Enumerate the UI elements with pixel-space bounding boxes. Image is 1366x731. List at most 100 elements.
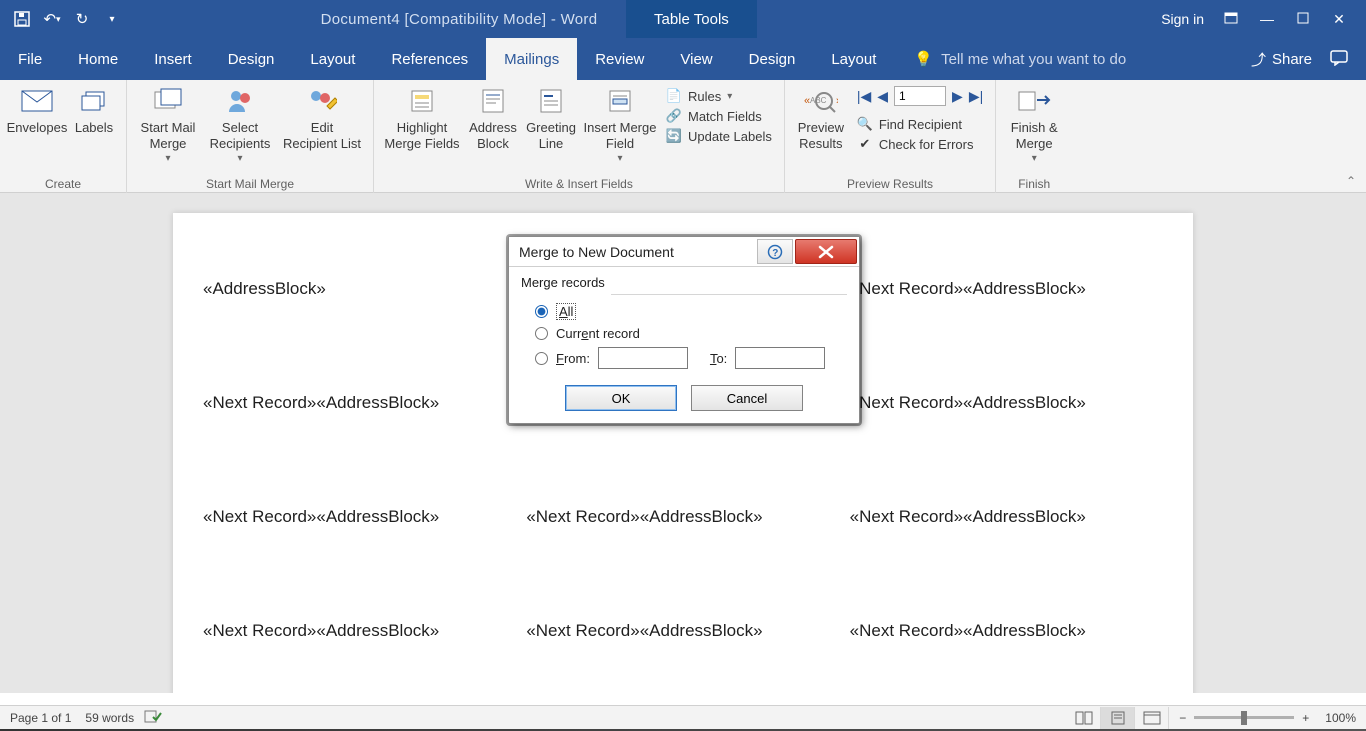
label-cell[interactable]: «Next Record»«AddressBlock»: [850, 507, 1163, 527]
tab-insert[interactable]: Insert: [136, 38, 210, 80]
ribbon-options-icon[interactable]: [1222, 11, 1240, 27]
page-status[interactable]: Page 1 of 1: [10, 711, 71, 725]
read-mode-icon[interactable]: [1067, 707, 1101, 729]
label-cell[interactable]: «Next Record»«AddressBlock»: [526, 621, 839, 641]
rules-button[interactable]: 📄Rules▾: [666, 88, 772, 104]
greeting-line-button[interactable]: Greeting Line: [522, 84, 580, 153]
start-mail-merge-label: Start Mail Merge: [141, 120, 196, 153]
label-cell[interactable]: «Next Record»«AddressBlock»: [850, 279, 1163, 299]
redo-icon[interactable]: ↻: [72, 9, 92, 29]
highlight-merge-fields-button[interactable]: Highlight Merge Fields: [380, 84, 464, 153]
label-cell[interactable]: «AddressBlock»: [203, 279, 516, 299]
qat-customize-icon[interactable]: ▾: [102, 9, 122, 29]
zoom-out-icon[interactable]: −: [1179, 711, 1186, 725]
zoom-thumb[interactable]: [1241, 711, 1247, 725]
merge-records-group-label: Merge records: [521, 275, 847, 290]
group-write-label: Write & Insert Fields: [374, 177, 784, 193]
group-write-insert: Highlight Merge Fields Address Block Gre…: [374, 80, 785, 193]
labels-icon: [77, 86, 111, 116]
labels-button[interactable]: Labels: [68, 84, 120, 136]
label-cell[interactable]: «Next Record»«AddressBlock»: [203, 507, 516, 527]
table-tools-label: Table Tools: [626, 0, 757, 38]
first-record-icon[interactable]: |◀: [857, 88, 871, 105]
group-preview-results: «ABC» Preview Results |◀ ◀ ▶ ▶| 🔍Find Re…: [785, 80, 996, 193]
dialog-help-button[interactable]: ?: [757, 239, 793, 264]
web-layout-icon[interactable]: [1135, 707, 1169, 729]
zoom-in-icon[interactable]: +: [1302, 711, 1309, 725]
dialog-titlebar[interactable]: Merge to New Document ?: [509, 237, 859, 267]
option-all[interactable]: All: [535, 303, 847, 320]
tab-mailings[interactable]: Mailings: [486, 38, 577, 80]
select-recipients-button[interactable]: Select Recipients ▾: [203, 84, 277, 164]
group-finish: Finish & Merge ▾ Finish: [996, 80, 1072, 193]
group-start-label: Start Mail Merge: [127, 177, 373, 193]
chevron-down-icon: ▾: [1032, 153, 1037, 164]
tab-table-design[interactable]: Design: [731, 38, 814, 80]
dialog-close-button[interactable]: [795, 239, 857, 264]
share-button[interactable]: ⤴Share: [1251, 49, 1312, 70]
finish-merge-button[interactable]: Finish & Merge ▾: [1002, 84, 1066, 164]
find-recipient-button[interactable]: 🔍Find Recipient: [857, 116, 983, 132]
zoom-slider[interactable]: [1194, 716, 1294, 719]
svg-text:?: ?: [772, 248, 778, 259]
label-cell[interactable]: «Next Record»«AddressBlock»: [850, 621, 1163, 641]
tab-home[interactable]: Home: [60, 38, 136, 80]
ok-button[interactable]: OK: [565, 385, 677, 411]
check-errors-button[interactable]: ✔Check for Errors: [857, 136, 983, 152]
radio-from[interactable]: [535, 352, 548, 365]
prev-record-icon[interactable]: ◀: [877, 88, 888, 105]
last-record-icon[interactable]: ▶|: [969, 88, 983, 105]
preview-results-button[interactable]: «ABC» Preview Results: [791, 84, 851, 153]
title-right: Sign in — ✕: [1161, 11, 1366, 28]
insert-merge-field-button[interactable]: Insert Merge Field ▾: [580, 84, 660, 164]
maximize-icon[interactable]: [1294, 11, 1312, 27]
match-fields-icon: 🔗: [666, 108, 682, 124]
check-errors-icon: ✔: [857, 136, 873, 152]
record-number-input[interactable]: [894, 86, 946, 106]
edit-recipient-list-button[interactable]: Edit Recipient List: [277, 84, 367, 153]
envelopes-button[interactable]: Envelopes: [6, 84, 68, 136]
save-icon[interactable]: [12, 9, 32, 29]
label-cell[interactable]: «Next Record»«AddressBlock»: [203, 393, 516, 413]
tab-view[interactable]: View: [662, 38, 730, 80]
sign-in-link[interactable]: Sign in: [1161, 11, 1204, 27]
option-current[interactable]: Current record: [535, 326, 847, 341]
undo-icon[interactable]: ↶▾: [42, 9, 62, 29]
comments-icon[interactable]: [1330, 50, 1348, 69]
next-record-icon[interactable]: ▶: [952, 88, 963, 105]
group-create: Envelopes Labels Create: [0, 80, 127, 193]
start-mail-merge-button[interactable]: Start Mail Merge ▾: [133, 84, 203, 164]
update-labels-button[interactable]: 🔄Update Labels: [666, 128, 772, 144]
label-cell[interactable]: «Next Record»«AddressBlock»: [526, 507, 839, 527]
spellcheck-icon[interactable]: [144, 708, 162, 727]
address-block-button[interactable]: Address Block: [464, 84, 522, 153]
zoom-percent[interactable]: 100%: [1325, 711, 1356, 725]
tab-references[interactable]: References: [373, 38, 486, 80]
label-cell[interactable]: «Next Record»«AddressBlock»: [203, 621, 516, 641]
option-from[interactable]: From: To:: [535, 347, 847, 369]
tab-file[interactable]: File: [0, 38, 60, 80]
print-layout-icon[interactable]: [1101, 707, 1135, 729]
word-count[interactable]: 59 words: [85, 711, 134, 725]
merge-dialog: Merge to New Document ? Merge records Al…: [508, 236, 860, 424]
radio-all[interactable]: [535, 305, 548, 318]
address-block-label: Address Block: [469, 120, 517, 153]
tab-layout[interactable]: Layout: [292, 38, 373, 80]
preview-results-icon: «ABC»: [804, 86, 838, 116]
to-input[interactable]: [735, 347, 825, 369]
preview-nav-stack: |◀ ◀ ▶ ▶| 🔍Find Recipient ✔Check for Err…: [851, 84, 989, 156]
tab-table-layout[interactable]: Layout: [813, 38, 894, 80]
tab-review[interactable]: Review: [577, 38, 662, 80]
minimize-icon[interactable]: —: [1258, 11, 1276, 27]
cancel-button[interactable]: Cancel: [691, 385, 803, 411]
tell-me-search[interactable]: 💡Tell me what you want to do: [914, 38, 1126, 80]
match-fields-button[interactable]: 🔗Match Fields: [666, 108, 772, 124]
radio-current[interactable]: [535, 327, 548, 340]
label-cell[interactable]: «Next Record»«AddressBlock»: [850, 393, 1163, 413]
close-icon[interactable]: ✕: [1330, 11, 1348, 28]
from-input[interactable]: [598, 347, 688, 369]
update-labels-label: Update Labels: [688, 129, 772, 144]
tab-design[interactable]: Design: [210, 38, 293, 80]
collapse-ribbon-icon[interactable]: ⌃: [1346, 174, 1356, 188]
group-preview-label: Preview Results: [785, 177, 995, 193]
